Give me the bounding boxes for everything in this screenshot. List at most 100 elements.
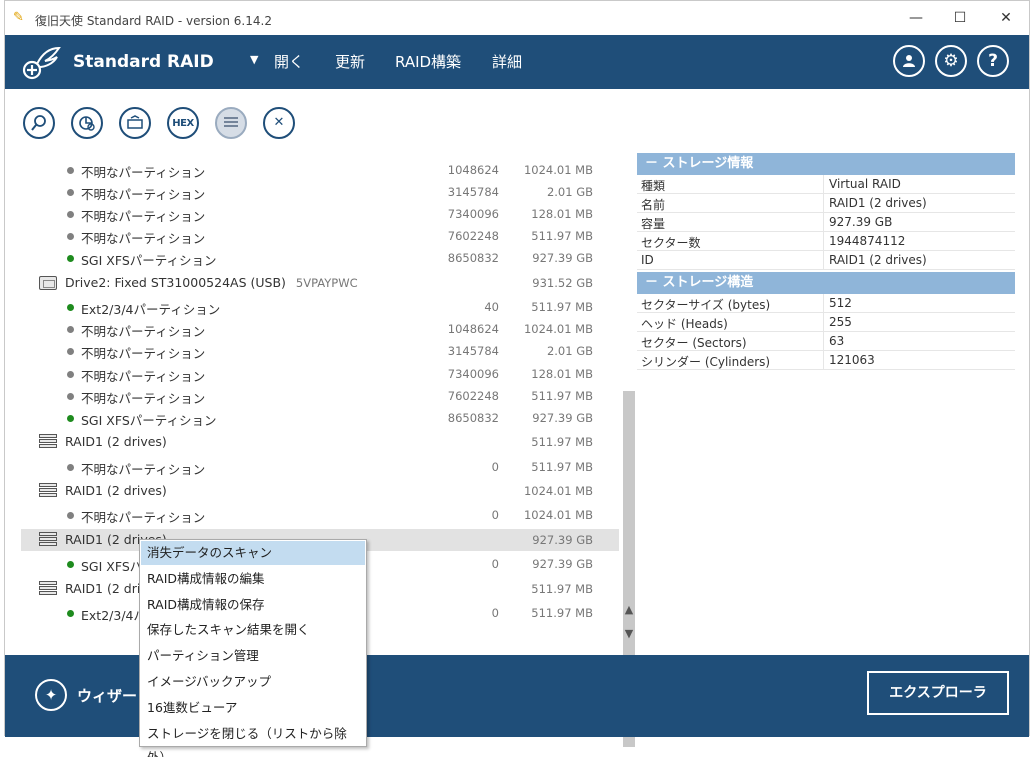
menu-refresh[interactable]: 更新 bbox=[335, 51, 365, 72]
info-key: 種類 bbox=[641, 179, 666, 193]
app-wing-icon: ✎ bbox=[13, 10, 24, 25]
partition-row[interactable]: Ext2/3/4パーティション 40 511.97 MB bbox=[21, 296, 619, 318]
status-dot-green-icon bbox=[67, 414, 74, 422]
close-icon[interactable]: ✕ bbox=[263, 107, 295, 139]
help-icon[interactable]: ? bbox=[977, 45, 1009, 77]
raid-array-icon bbox=[39, 580, 57, 597]
partition-row[interactable]: 不明なパーティション 7602248 511.97 MB bbox=[21, 385, 619, 407]
title-bar: ✎ 復旧天使 Standard RAID - version 6.14.2 — … bbox=[5, 1, 1029, 35]
close-window-button[interactable]: ✕ bbox=[991, 7, 1021, 29]
start-sector: 7602248 bbox=[447, 229, 499, 244]
info-key: セクター (Sectors) bbox=[641, 336, 747, 350]
size-value: 511.97 MB bbox=[531, 605, 593, 620]
storage-info-header[interactable]: － ストレージ情報 bbox=[637, 153, 1015, 175]
info-value: RAID1 (2 drives) bbox=[829, 253, 927, 267]
partition-row[interactable]: SGI XFSパーティション 8650832 927.39 GB bbox=[21, 407, 619, 429]
status-dot-gray-icon bbox=[67, 392, 74, 400]
start-sector: 40 bbox=[484, 300, 499, 315]
minimize-button[interactable]: — bbox=[901, 7, 931, 29]
row-name: 不明なパーティション bbox=[81, 510, 206, 526]
wizard-wand-icon[interactable]: ✦ bbox=[35, 679, 67, 711]
status-dot-green-icon bbox=[67, 304, 74, 312]
info-separator bbox=[823, 313, 824, 332]
wizard-button[interactable]: ウィザー bbox=[77, 685, 137, 706]
size-value: 927.39 GB bbox=[532, 557, 593, 572]
disk-scan-icon[interactable] bbox=[71, 107, 103, 139]
row-name: 不明なパーティション bbox=[81, 165, 206, 180]
tree-scrollbar[interactable]: ▲ ▼ bbox=[621, 151, 637, 747]
partition-row[interactable]: SGI XFSパーティション 8650832 927.39 GB bbox=[21, 247, 619, 269]
context-menu-item[interactable]: 16進数ビューア bbox=[141, 696, 365, 720]
row-name: Ext2/3/4パーティション bbox=[81, 302, 221, 318]
start-sector: 0 bbox=[491, 605, 499, 620]
explorer-button[interactable]: エクスプローラ bbox=[867, 671, 1009, 715]
raid-row[interactable]: RAID1 (2 drives) 511.97 MB bbox=[21, 431, 619, 453]
scroll-down-icon[interactable]: ▼ bbox=[621, 627, 637, 641]
size-value: 1024.01 MB bbox=[523, 163, 593, 177]
partition-row[interactable]: 不明なパーティション 3145784 2.01 GB bbox=[21, 181, 619, 203]
context-menu-item[interactable]: RAID構成情報の保存 bbox=[141, 593, 365, 617]
partition-row[interactable]: 不明なパーティション 1048624 1024.01 MB bbox=[21, 159, 619, 181]
context-menu-item[interactable]: RAID構成情報の編集 bbox=[141, 567, 365, 591]
info-separator bbox=[823, 213, 824, 232]
info-key: 名前 bbox=[641, 198, 666, 212]
partition-row[interactable]: 不明なパーティション 7602248 511.97 MB bbox=[21, 225, 619, 247]
hard-drive-icon bbox=[39, 275, 57, 290]
info-key: シリンダー (Cylinders) bbox=[641, 355, 771, 369]
app-name: Standard RAID bbox=[73, 52, 214, 72]
partition-row[interactable]: 不明なパーティション 0 511.97 MB bbox=[21, 456, 619, 478]
menu-dropdown-arrow-icon[interactable]: ▼ bbox=[250, 53, 258, 66]
info-value: 927.39 GB bbox=[829, 215, 893, 229]
partition-row[interactable]: 不明なパーティション 3145784 2.01 GB bbox=[21, 340, 619, 362]
size-value: 511.97 MB bbox=[531, 581, 593, 596]
status-dot-gray-icon bbox=[67, 233, 74, 241]
raid-row[interactable]: RAID1 (2 drives) 1024.01 MB bbox=[21, 480, 619, 502]
status-dot-gray-icon bbox=[67, 348, 74, 356]
menu-details[interactable]: 詳細 bbox=[492, 51, 522, 72]
context-menu-item[interactable]: 消失データのスキャン bbox=[141, 541, 365, 565]
menu-raid-build[interactable]: RAID構築 bbox=[395, 51, 461, 72]
hex-button[interactable]: HEX bbox=[167, 107, 199, 139]
info-row: シリンダー (Cylinders) 121063 bbox=[637, 351, 1015, 370]
raid-config-icon[interactable] bbox=[119, 107, 151, 139]
context-menu-item[interactable]: パーティション管理 bbox=[141, 644, 365, 668]
partition-row[interactable]: 不明なパーティション 7340096 128.01 MB bbox=[21, 203, 619, 225]
drive-row[interactable]: Drive2: Fixed ST31000524AS (USB) 5VPAYPWC… bbox=[21, 272, 619, 294]
menu-open[interactable]: 開く bbox=[274, 51, 304, 72]
info-panel: － ストレージ情報 種類 Virtual RAID 名前 RAID1 (2 drive… bbox=[637, 153, 1015, 370]
context-menu-item[interactable]: イメージバックアップ bbox=[141, 670, 365, 694]
info-separator bbox=[823, 175, 824, 194]
info-key: ヘッド (Heads) bbox=[641, 317, 728, 331]
info-separator bbox=[823, 332, 824, 351]
start-sector: 7602248 bbox=[447, 388, 499, 403]
size-value: 511.97 MB bbox=[531, 459, 593, 474]
search-icon[interactable] bbox=[23, 107, 55, 139]
partition-row[interactable]: 不明なパーティション 0 1024.01 MB bbox=[21, 504, 619, 526]
context-menu-item[interactable]: 保存したスキャン結果を開く bbox=[141, 618, 365, 642]
row-name: SGI XFSパ bbox=[81, 559, 143, 575]
start-sector: 3145784 bbox=[447, 185, 499, 200]
info-separator bbox=[823, 232, 824, 251]
info-row: セクターサイズ (bytes) 512 bbox=[637, 294, 1015, 313]
raid-array-icon bbox=[39, 531, 57, 548]
storage-structure-header[interactable]: － ストレージ構造 bbox=[637, 272, 1015, 294]
size-value: 128.01 MB bbox=[531, 366, 593, 381]
partition-row[interactable]: 不明なパーティション 1048624 1024.01 MB bbox=[21, 318, 619, 340]
scroll-up-icon[interactable]: ▲ bbox=[621, 603, 637, 617]
start-sector: 0 bbox=[491, 557, 499, 572]
size-value: 2.01 GB bbox=[546, 344, 593, 359]
list-icon[interactable] bbox=[215, 107, 247, 139]
start-sector: 1048624 bbox=[447, 322, 499, 337]
row-name: Ext2/3/4パ bbox=[81, 607, 146, 623]
maximize-button[interactable]: ☐ bbox=[945, 7, 975, 29]
context-menu-item[interactable]: ストレージを閉じる（リストから除外） bbox=[141, 722, 365, 757]
row-name: 不明なパーティション bbox=[81, 209, 206, 225]
size-value: 511.97 MB bbox=[531, 388, 593, 403]
partition-row[interactable]: 不明なパーティション 7340096 128.01 MB bbox=[21, 363, 619, 385]
gear-icon[interactable]: ⚙ bbox=[935, 45, 967, 77]
size-value: 927.39 GB bbox=[532, 532, 593, 547]
size-value: 511.97 MB bbox=[531, 300, 593, 315]
user-icon[interactable] bbox=[893, 45, 925, 77]
status-dot-gray-icon bbox=[67, 512, 74, 520]
status-dot-green-icon bbox=[67, 255, 74, 263]
